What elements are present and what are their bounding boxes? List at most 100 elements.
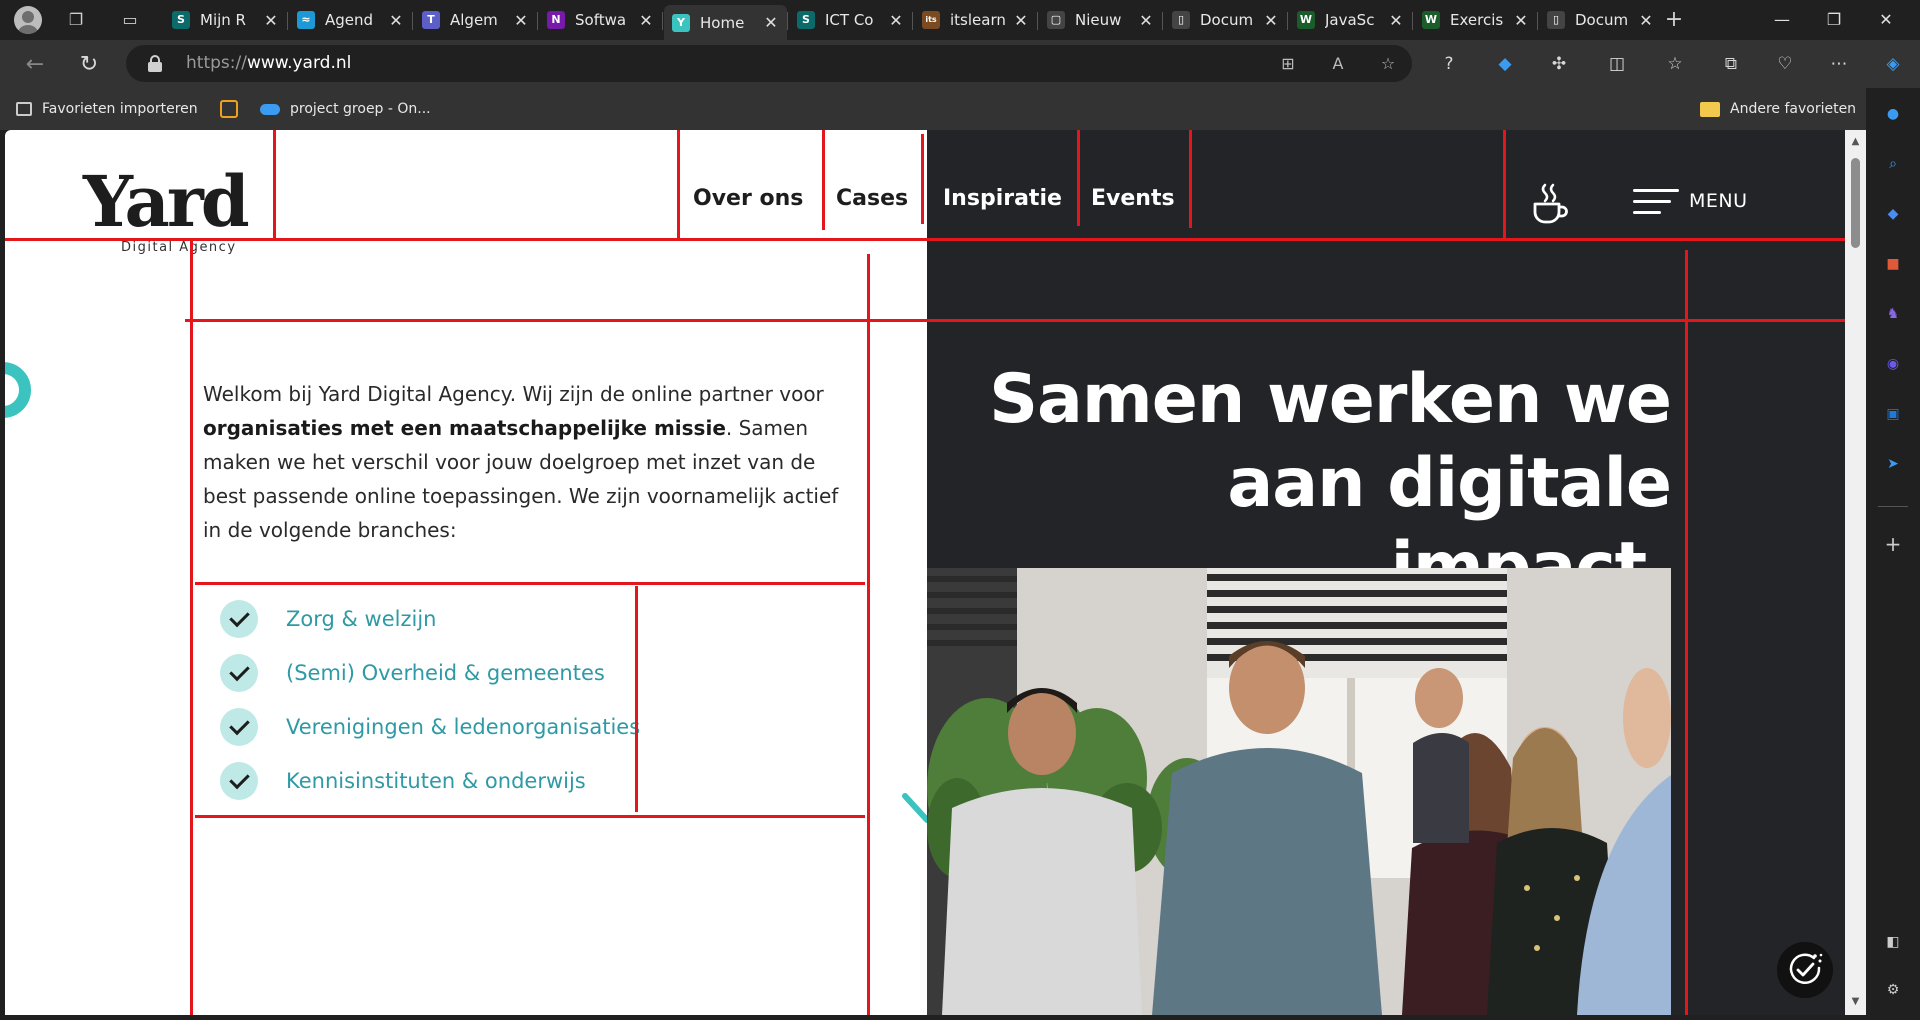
notifications-icon[interactable]: ● [1881, 102, 1905, 126]
tab-close-icon[interactable]: ✕ [1013, 11, 1029, 30]
drop-icon[interactable]: ➤ [1881, 452, 1905, 476]
tab-close-icon[interactable]: ✕ [1138, 11, 1154, 30]
performance-icon[interactable]: ♡ [1772, 51, 1798, 77]
tab-title: Nieuw [1075, 11, 1122, 29]
list-item[interactable]: (Semi) Overheid & gemeentes [220, 646, 640, 700]
browser-tab[interactable]: W JavaSc ✕ [1289, 5, 1412, 35]
branch-verenigingen[interactable]: Verenigingen & ledenorganisaties [286, 715, 640, 739]
tab-close-icon[interactable]: ✕ [763, 13, 779, 32]
edge-sidebar: ● ⌕ ◆ ■ ♞ ◉ ▣ ➤ + ◧ ⚙ [1866, 88, 1920, 1020]
sidebar-settings-icon[interactable]: ⚙ [1881, 978, 1905, 1002]
browser-tab[interactable]: ▯ Docum ✕ [1539, 5, 1662, 35]
browser-tab[interactable]: its itslearn ✕ [914, 5, 1037, 35]
tab-close-icon[interactable]: ✕ [388, 11, 404, 30]
tab-favicon-icon: ▯ [1172, 11, 1190, 29]
more-options-icon[interactable]: ⋯ [1826, 51, 1852, 77]
help-extension-icon[interactable]: ? [1436, 51, 1462, 77]
page-scrollbar[interactable]: ▲ ▼ [1845, 130, 1866, 1015]
tab-title: JavaSc [1325, 11, 1375, 29]
tab-close-icon[interactable]: ✕ [1263, 11, 1279, 30]
tab-close-icon[interactable]: ✕ [888, 11, 904, 30]
favorite-star-icon[interactable]: ☆ [1376, 52, 1400, 76]
outlook-icon[interactable]: ▣ [1881, 402, 1905, 426]
favorite-import[interactable]: Favorieten importeren [16, 98, 198, 120]
coffee-cup-icon[interactable] [1531, 182, 1571, 224]
tab-close-icon[interactable]: ✕ [638, 11, 654, 30]
app-available-icon[interactable]: ⊞ [1276, 52, 1300, 76]
games-icon[interactable]: ♞ [1881, 302, 1905, 326]
minimize-icon[interactable]: — [1762, 6, 1802, 34]
tab-close-icon[interactable]: ✕ [263, 11, 279, 30]
tab-close-icon[interactable]: ✕ [513, 11, 529, 30]
overlay-line [195, 815, 865, 818]
other-favorites-label: Andere favorieten [1730, 101, 1857, 117]
refresh-icon[interactable]: ↻ [76, 52, 102, 78]
nav-cases[interactable]: Cases [836, 186, 908, 211]
other-favorites[interactable]: Andere favorieten [1700, 98, 1856, 120]
branch-zorg-welzijn[interactable]: Zorg & welzijn [286, 607, 437, 631]
close-window-icon[interactable]: ✕ [1866, 6, 1906, 34]
tab-close-icon[interactable]: ✕ [1638, 11, 1654, 30]
tab-separator [662, 12, 663, 30]
tab-close-icon[interactable]: ✕ [1513, 11, 1529, 30]
browser-tab[interactable]: ▯ Docum ✕ [1164, 5, 1287, 35]
nav-events[interactable]: Events [1091, 186, 1175, 211]
tab-title: Docum [1575, 11, 1629, 29]
profile-avatar[interactable] [14, 6, 42, 34]
branch-overheid[interactable]: (Semi) Overheid & gemeentes [286, 661, 605, 685]
scroll-thumb[interactable] [1851, 158, 1860, 248]
list-item[interactable]: Kennisinstituten & onderwijs [220, 754, 640, 808]
branch-kennisinstituten[interactable]: Kennisinstituten & onderwijs [286, 769, 586, 793]
nav-inspiratie[interactable]: Inspiratie [943, 186, 1062, 211]
shopping-tag-icon[interactable]: ◆ [1881, 202, 1905, 226]
copilot-sidebar-icon[interactable]: ◉ [1881, 352, 1905, 376]
split-screen-icon[interactable]: ◫ [1604, 51, 1630, 77]
browser-tab[interactable]: S Mijn R ✕ [164, 5, 287, 35]
browser-tab[interactable]: ≈ Agend ✕ [289, 5, 412, 35]
scroll-up-icon[interactable]: ▲ [1850, 136, 1861, 147]
tools-icon[interactable]: ■ [1881, 252, 1905, 276]
add-sidebar-icon[interactable]: + [1881, 532, 1905, 556]
tab-favicon-icon: ≈ [297, 11, 315, 29]
restore-icon[interactable]: ❐ [1814, 6, 1854, 34]
read-aloud-icon[interactable]: A [1326, 52, 1350, 76]
lock-icon[interactable] [148, 55, 162, 72]
url-text[interactable]: https://www.yard.nl [186, 53, 351, 73]
hero-line-1: Samen werken we [989, 360, 1672, 439]
new-tab-icon[interactable]: + [1662, 8, 1686, 32]
hide-sidebar-icon[interactable]: ◧ [1881, 930, 1905, 954]
list-item[interactable]: Verenigingen & ledenorganisaties [220, 700, 640, 754]
browser-tab[interactable]: N Softwa ✕ [539, 5, 662, 35]
scroll-down-icon[interactable]: ▼ [1850, 996, 1861, 1007]
browser-tab[interactable]: ▢ Nieuw ✕ [1039, 5, 1162, 35]
workspaces-icon[interactable]: ❐ [64, 8, 88, 32]
browser-tab[interactable]: S ICT Co ✕ [789, 5, 912, 35]
browser-tab[interactable]: T Algem ✕ [414, 5, 537, 35]
tab-separator [1037, 12, 1038, 30]
tab-strip: ❐ ▭ S Mijn R ✕ ≈ Agend ✕ T Algem ✕ N Softwa ✕ Y Home ✕… [0, 0, 1920, 40]
nav-over-ons[interactable]: Over ons [693, 186, 803, 211]
browser-tab[interactable]: Y Home ✕ [664, 5, 787, 40]
tab-title: Agend [325, 11, 374, 29]
tab-actions-icon[interactable]: ▭ [118, 8, 142, 32]
sidebar-search-icon[interactable]: ⌕ [1881, 152, 1905, 176]
favorite-z[interactable] [220, 98, 248, 120]
browser-tab[interactable]: W Exercis ✕ [1414, 5, 1537, 35]
favorite-project-groep[interactable]: project groep - On... [260, 98, 431, 120]
menu-button[interactable]: MENU [1633, 186, 1763, 220]
folder-icon [1700, 101, 1720, 117]
yard-logo[interactable]: Yard Digital Agency [83, 166, 263, 258]
extensions-puzzle-icon[interactable]: ✣ [1546, 51, 1572, 77]
tab-title: Mijn R [200, 11, 246, 29]
list-item[interactable]: Zorg & welzijn [220, 592, 640, 646]
back-icon[interactable]: ← [22, 52, 48, 78]
tab-favicon-icon: N [547, 11, 565, 29]
copilot-icon[interactable]: ◈ [1880, 51, 1906, 77]
extension-icon[interactable]: ◆ [1492, 51, 1518, 77]
address-bar[interactable]: https://www.yard.nl ⊞ A ☆ [126, 45, 1412, 82]
favorites-icon[interactable]: ☆ [1662, 51, 1688, 77]
cookie-settings-icon[interactable] [1777, 942, 1833, 998]
tab-title: Algem [450, 11, 498, 29]
tab-close-icon[interactable]: ✕ [1388, 11, 1404, 30]
collections-icon[interactable]: ⧉ [1718, 51, 1744, 77]
